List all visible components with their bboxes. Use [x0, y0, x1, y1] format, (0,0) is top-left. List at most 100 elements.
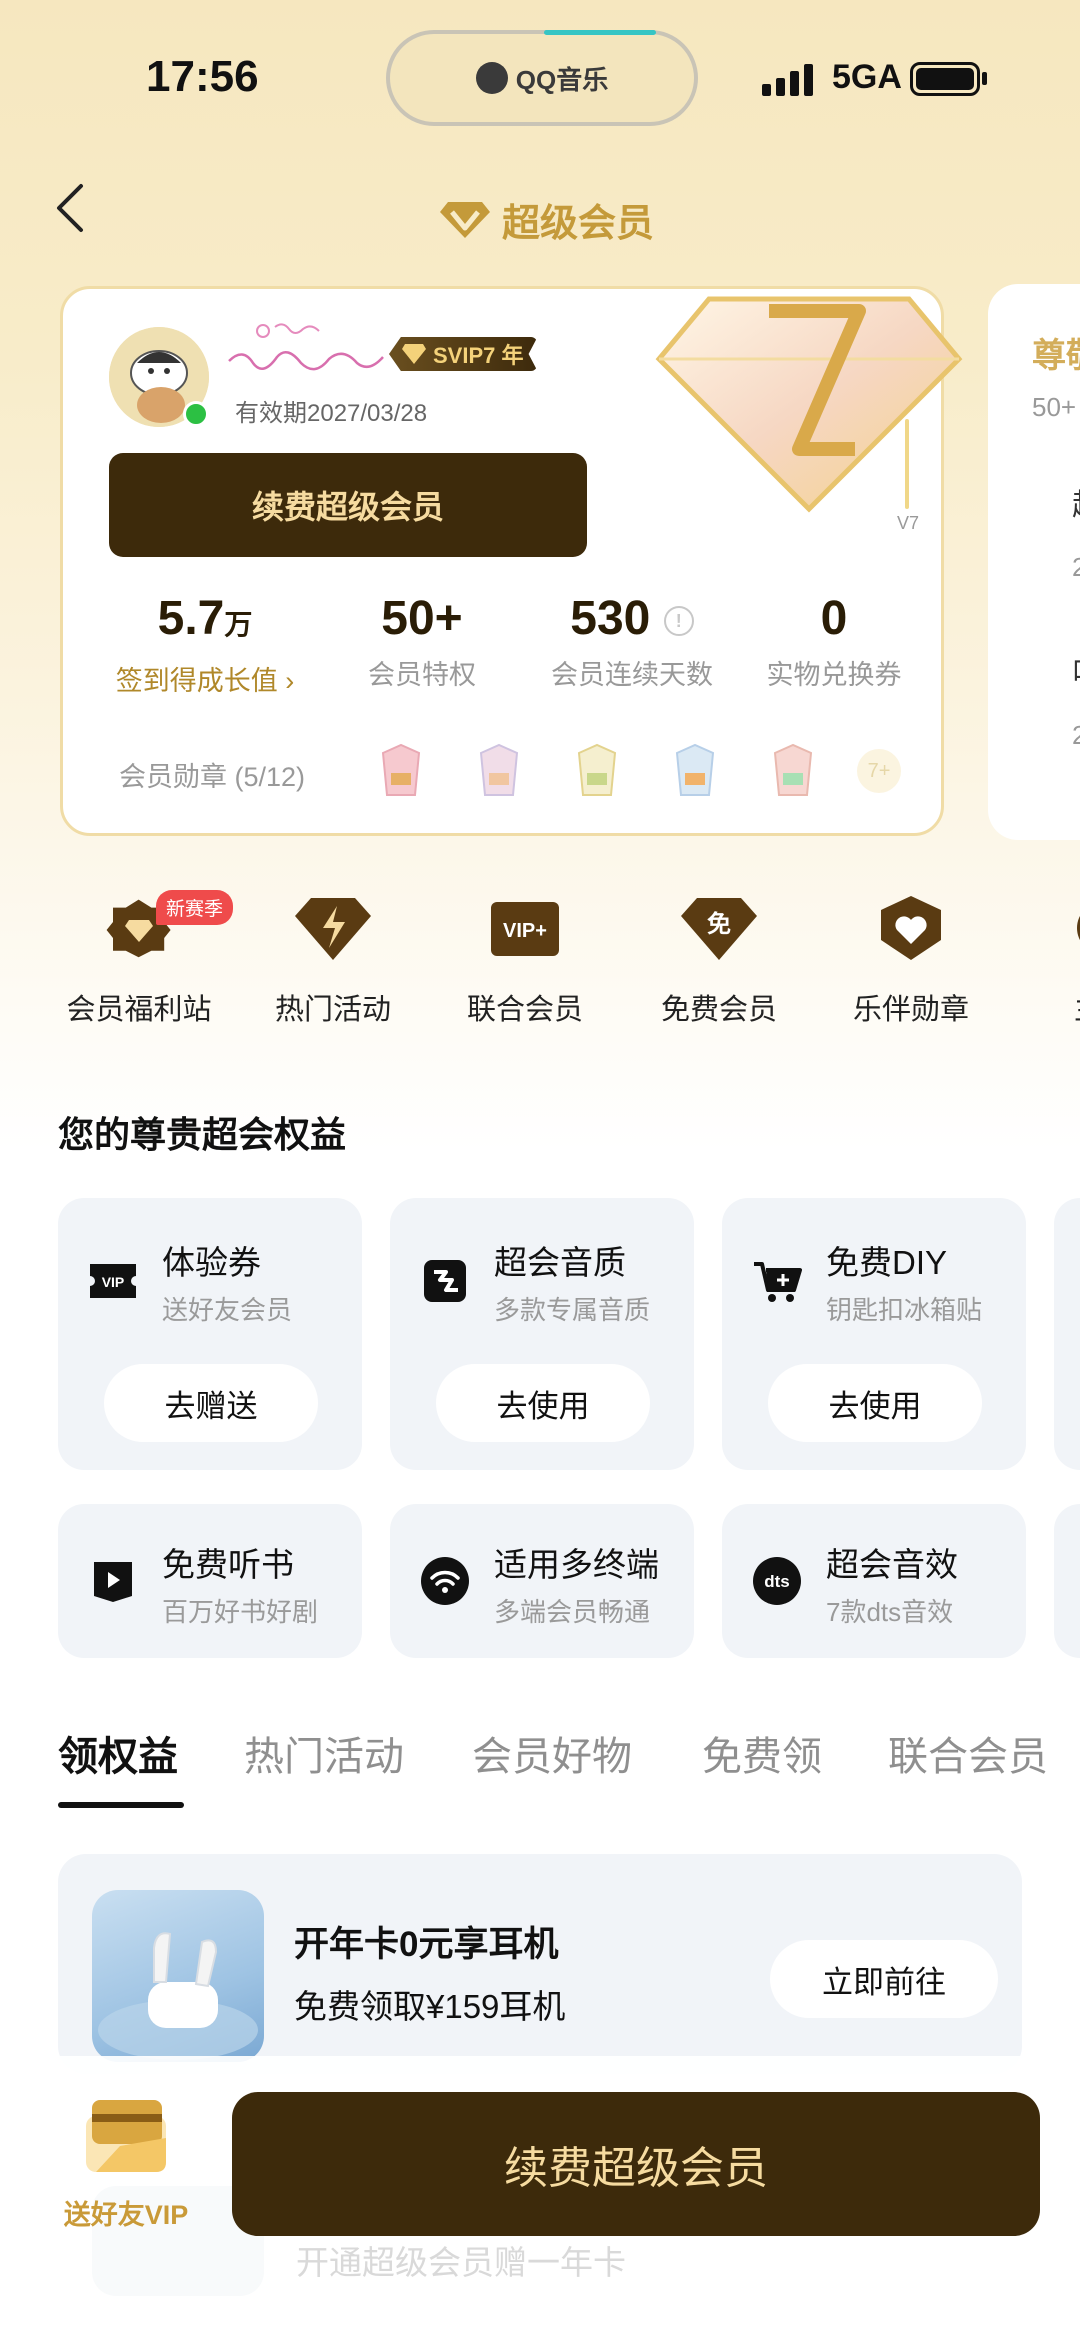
- promo-subtitle: 免费领取¥159耳机: [294, 1988, 566, 2025]
- back-button[interactable]: [40, 178, 100, 238]
- menu-theme[interactable]: 主题: [1018, 890, 1080, 1028]
- stat-consecutive-days[interactable]: 530 ! 会员连续天数: [517, 589, 747, 692]
- promo-title: 开年卡0元享耳机: [294, 1925, 559, 1964]
- medals-label[interactable]: 会员勋章 (5/12): [119, 755, 305, 794]
- menu-companion-medal[interactable]: 乐伴勋章: [826, 890, 996, 1028]
- cart-icon: [754, 1262, 802, 1302]
- validity-date: 有效期2027/03/28: [235, 400, 428, 427]
- network-type: 5GA: [832, 58, 902, 96]
- gift-card-icon: [86, 2100, 166, 2172]
- svip-badge: SVIP7 年: [389, 337, 538, 371]
- next-member-card[interactable]: 尊敬 50+ 超 2 叫 2: [988, 284, 1080, 840]
- heart-shield-icon: [881, 896, 941, 960]
- benefit-title: 超会音质: [494, 1244, 626, 1281]
- stat-growth-unit: 万: [224, 609, 253, 640]
- benefit-card[interactable]: 免费听书 百万好书好剧: [58, 1504, 362, 1658]
- next-card-sub: 50+: [1032, 392, 1077, 422]
- go-now-button[interactable]: 立即前往: [770, 1940, 998, 2018]
- island-app-name: QQ音乐: [515, 64, 609, 95]
- stat-growth[interactable]: 5.7万 签到得成长值 ›: [97, 589, 313, 698]
- menu-hot-activities[interactable]: 热门活动: [248, 890, 418, 1028]
- benefit-card[interactable]: VIP 体验券 送好友会员 去赠送: [58, 1198, 362, 1470]
- gift-vip-button[interactable]: 送好友VIP: [56, 2092, 196, 2232]
- member-card[interactable]: SVIP7 年 有效期2027/03/28 续费超级会员 V7 5.7万 签到得…: [60, 286, 963, 836]
- benefit-card-peek[interactable]: [1054, 1504, 1080, 1658]
- benefit-title: 超会音效: [826, 1546, 958, 1583]
- medal-icon[interactable]: [379, 743, 423, 797]
- content-tabs: 领权益 热门活动 会员好物 免费领 联合会员: [0, 1724, 1080, 1814]
- tab-active-indicator: [58, 1802, 184, 1808]
- menu-label: 主题: [1018, 986, 1080, 1028]
- next-card-row: 叫: [1072, 648, 1080, 692]
- tab-claim-benefits[interactable]: 领权益: [58, 1724, 178, 1782]
- benefits-title: 您的尊贵超会权益: [58, 1114, 347, 1155]
- menu-label: 免费会员: [660, 994, 777, 1026]
- dynamic-island[interactable]: QQ音乐: [386, 30, 698, 126]
- signal-icon: [762, 62, 813, 96]
- benefit-card[interactable]: 适用多终端 多端会员畅通: [390, 1504, 694, 1658]
- wifi-icon: [421, 1557, 469, 1605]
- vip-ticket-icon: VIP: [90, 1264, 136, 1298]
- use-button[interactable]: 去使用: [436, 1364, 650, 1442]
- island-progress-line: [544, 30, 656, 35]
- benefit-card[interactable]: dts 超会音效 7款dts音效: [722, 1504, 1026, 1658]
- header-title-text: 超级会员: [502, 203, 655, 245]
- benefit-card[interactable]: 超会音质 多款专属音质 去使用: [390, 1198, 694, 1470]
- theme-icon: [1077, 915, 1080, 941]
- menu-joint-member[interactable]: VIP+ 联合会员: [440, 890, 610, 1028]
- renew-member-bottom-button[interactable]: 续费超级会员: [232, 2092, 1040, 2236]
- svg-text:dts: dts: [764, 1572, 790, 1591]
- stat-days-value: 530: [570, 592, 651, 645]
- qq-music-logo-icon: [475, 62, 508, 94]
- medal-icon[interactable]: [575, 743, 619, 797]
- stat-vouchers[interactable]: 0 实物兑换券: [729, 589, 939, 692]
- benefit-sub: 送好友会员: [162, 1295, 293, 1325]
- lightning-icon: [295, 898, 371, 960]
- svg-text:VIP+: VIP+: [503, 920, 547, 942]
- benefit-card-peek[interactable]: [1054, 1198, 1080, 1470]
- level-bar: [905, 419, 909, 509]
- quick-menu: 会员福利站 新赛季 热门活动 VIP+ 联合会员 免 免费会员 乐伴勋章 主题: [0, 890, 1080, 1040]
- sound-quality-icon: [424, 1260, 466, 1302]
- benefit-sub: 多款专属音质: [494, 1295, 651, 1325]
- next-card-row: 2: [1072, 552, 1080, 582]
- audiobook-icon: [94, 1562, 132, 1602]
- info-icon[interactable]: !: [663, 606, 694, 637]
- next-card-title: 尊敬: [1032, 337, 1080, 375]
- stat-days-label: 会员连续天数: [551, 660, 713, 690]
- wechat-icon: [183, 401, 209, 427]
- benefit-title: 体验券: [162, 1244, 261, 1281]
- medal-icon[interactable]: [771, 743, 815, 797]
- benefit-card[interactable]: 免费DIY 钥匙扣冰箱贴 去使用: [722, 1198, 1026, 1470]
- new-season-badge: 新赛季: [156, 890, 234, 925]
- status-bar: 17:56 QQ音乐 5GA: [0, 0, 1080, 160]
- benefit-sub: 多端会员畅通: [494, 1597, 651, 1627]
- tab-hot-activities[interactable]: 热门活动: [244, 1724, 404, 1782]
- status-time: 17:56: [146, 52, 259, 101]
- medal-icon[interactable]: [673, 743, 717, 797]
- tab-member-goods[interactable]: 会员好物: [472, 1724, 632, 1782]
- battery-icon: [910, 62, 980, 96]
- stat-vouchers-value: 0: [820, 592, 848, 645]
- menu-label: 会员福利站: [66, 994, 212, 1026]
- use-button[interactable]: 去使用: [768, 1364, 982, 1442]
- list-item-title-faded: 开通超级会员赠一年卡: [296, 2244, 626, 2281]
- dts-icon: dts: [753, 1557, 801, 1605]
- tab-joint-member[interactable]: 联合会员: [888, 1724, 1048, 1782]
- stat-privileges-value: 50+: [381, 592, 463, 645]
- promo-card[interactable]: 开年卡0元享耳机 免费领取¥159耳机 立即前往: [58, 1854, 1022, 2074]
- renew-member-button[interactable]: 续费超级会员: [109, 453, 587, 557]
- benefit-title: 适用多终端: [494, 1546, 659, 1583]
- stat-growth-value: 5.7: [157, 592, 225, 645]
- tab-free-claim[interactable]: 免费领: [702, 1724, 822, 1782]
- medals-more[interactable]: 7+: [857, 749, 901, 793]
- medal-icon[interactable]: [477, 743, 521, 797]
- stat-privileges[interactable]: 50+ 会员特权: [347, 589, 497, 692]
- send-gift-button[interactable]: 去赠送: [104, 1364, 318, 1442]
- menu-free-member[interactable]: 免 免费会员: [634, 890, 804, 1028]
- stat-growth-label: 签到得成长值 ›: [115, 666, 295, 696]
- benefit-title: 免费DIY: [826, 1244, 948, 1281]
- menu-label: 联合会员: [466, 994, 583, 1026]
- vip-plus-icon: VIP+: [491, 902, 559, 956]
- menu-label: 热门活动: [274, 994, 391, 1026]
